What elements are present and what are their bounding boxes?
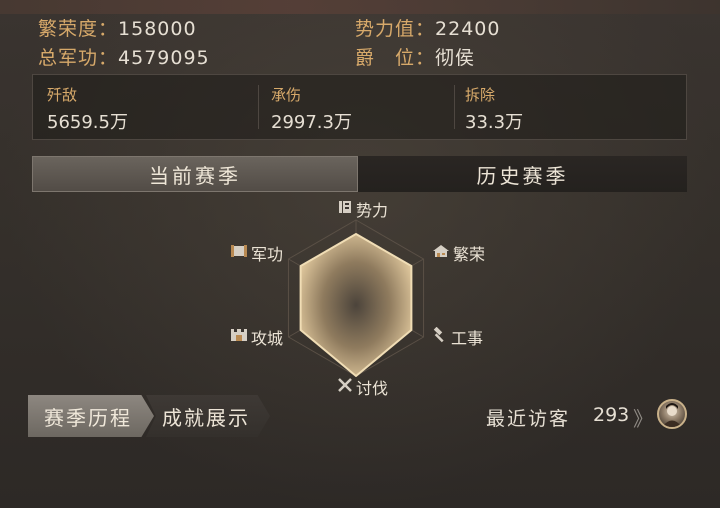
portrait-icon [662, 403, 682, 427]
hammer-icon [432, 326, 448, 347]
demolish-value: 33.3万 [465, 112, 524, 133]
season-tabs: 当前赛季 历史赛季 [32, 156, 687, 192]
radar-svg [287, 219, 425, 377]
merit-label: 总军功： [38, 47, 119, 69]
rank-label: 爵 位： [355, 47, 436, 69]
axis-fortification: 工事 [432, 325, 483, 349]
achievements-button[interactable]: 成就展示 [146, 395, 270, 437]
kills-cell: 歼敌 5659.5万 [47, 75, 257, 139]
radar-chart: 势力 繁荣 工事 讨伐 攻城 军功 [220, 195, 490, 400]
demolish-label: 拆除 [465, 86, 496, 104]
kills-value: 5659.5万 [47, 112, 128, 133]
profile-screen: 繁荣度：158000 势力值：22400 总军功：4579095 爵 位：彻侯 … [0, 0, 720, 508]
double-chevron-icon[interactable]: 》 [633, 403, 653, 432]
season-history-button[interactable]: 赛季历程 [28, 395, 154, 437]
scroll-icon [230, 243, 248, 263]
recent-visitors-label[interactable]: 最近访客 [486, 404, 570, 431]
rank-value: 彻侯 [435, 47, 476, 69]
visitor-avatar[interactable] [657, 399, 687, 429]
axis-merit: 军功 [230, 241, 283, 265]
recent-visitors-count: 293 [593, 404, 630, 426]
rank-stat: 爵 位：彻侯 [355, 43, 475, 70]
power-value: 22400 [435, 18, 501, 40]
axis-prosperity-label: 繁荣 [453, 245, 486, 264]
merit-stat: 总军功：4579095 [38, 43, 210, 70]
tab-history-season[interactable]: 历史赛季 [358, 156, 687, 192]
axis-power-label: 势力 [356, 201, 389, 220]
axis-merit-label: 军功 [251, 245, 284, 264]
demolish-cell: 拆除 33.3万 [465, 75, 655, 139]
fortress-icon [230, 327, 248, 347]
top-banner-strip [0, 0, 720, 14]
axis-campaign-label: 讨伐 [356, 379, 389, 398]
kills-label: 歼敌 [47, 86, 78, 104]
divider [258, 85, 259, 129]
house-icon [432, 243, 450, 263]
prosperity-value: 158000 [118, 18, 197, 40]
axis-power: 势力 [337, 197, 388, 221]
merit-value: 4579095 [118, 47, 210, 69]
axis-siege: 攻城 [230, 325, 283, 349]
prosperity-label: 繁荣度： [38, 18, 119, 40]
tab-current-season[interactable]: 当前赛季 [32, 156, 358, 192]
axis-prosperity: 繁荣 [432, 241, 485, 265]
radar-value-polygon [299, 233, 413, 377]
power-stat: 势力值：22400 [355, 14, 500, 41]
axis-fortification-label: 工事 [451, 329, 484, 348]
crossed-swords-icon [337, 377, 353, 397]
damage-taken-label: 承伤 [271, 86, 302, 104]
flag-icon [337, 199, 353, 219]
axis-campaign: 讨伐 [337, 375, 388, 399]
battle-stats-panel: 歼敌 5659.5万 承伤 2997.3万 拆除 33.3万 [32, 74, 687, 140]
damage-taken-value: 2997.3万 [271, 112, 352, 133]
axis-siege-label: 攻城 [251, 329, 284, 348]
divider [454, 85, 455, 129]
prosperity-stat: 繁荣度：158000 [38, 14, 197, 41]
power-label: 势力值： [355, 18, 436, 40]
damage-taken-cell: 承伤 2997.3万 [271, 75, 461, 139]
